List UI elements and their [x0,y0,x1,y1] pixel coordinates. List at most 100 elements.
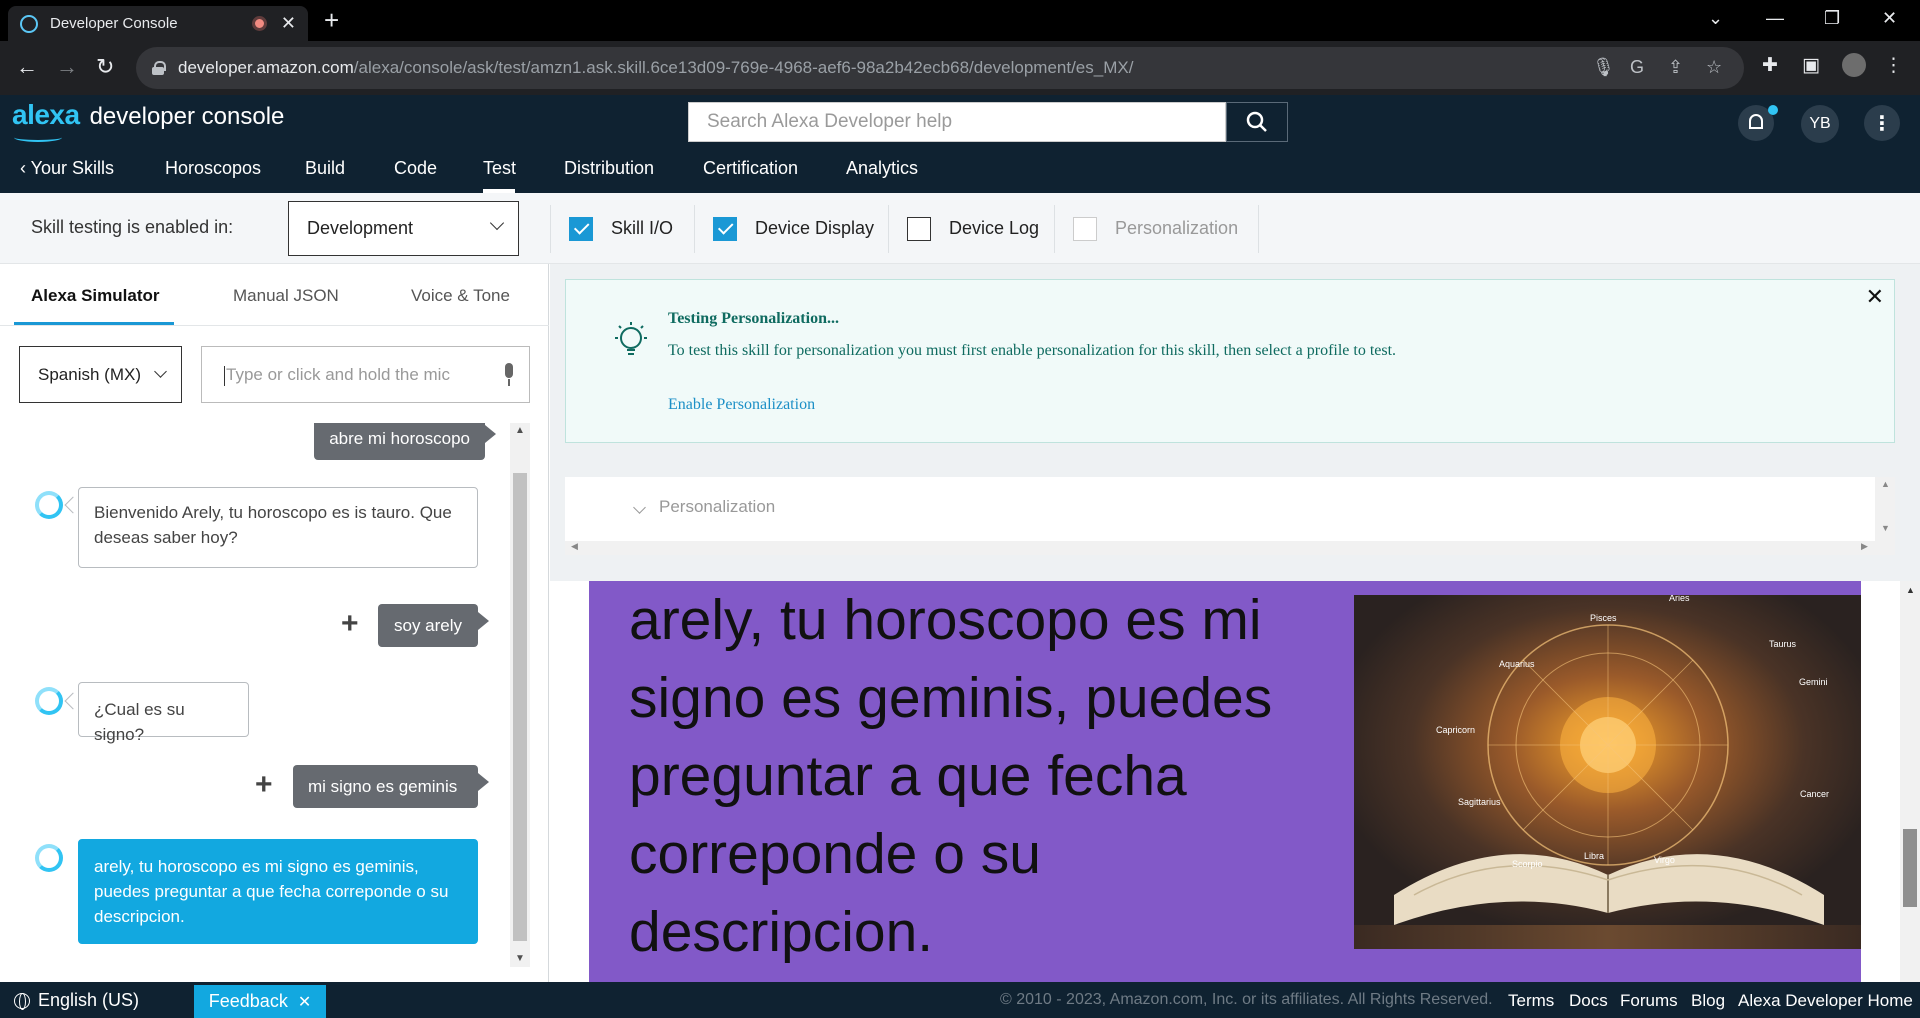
scroll-down-arrow-icon[interactable]: ▼ [1881,523,1890,533]
language-selector[interactable]: English (US) [14,990,139,1011]
personalization-banner: Testing Personalization... To test this … [565,279,1895,443]
utterance-input[interactable] [226,364,486,385]
bookmark-star-icon[interactable]: ☆ [1706,57,1722,78]
side-panel-icon[interactable]: ▣ [1802,54,1820,77]
scrollbar-thumb[interactable] [1903,829,1917,907]
device-screen-text: arely, tu horoscopo es mi signo es gemin… [629,588,1273,964]
dialog-scrollbar[interactable]: ▲ ▼ [510,423,530,967]
tab-voice-tone[interactable]: Voice & Tone [411,286,510,306]
horizontal-scrollbar[interactable]: ◀ ▶ [565,541,1875,555]
add-utterance-icon[interactable]: + [341,609,359,639]
scroll-up-arrow-icon[interactable]: ▲ [1906,585,1915,595]
tab-manual-json[interactable]: Manual JSON [233,286,339,306]
chevron-down-icon [489,215,505,231]
reload-icon[interactable]: ↻ [96,55,114,79]
restore-window-icon[interactable]: ❐ [1824,8,1840,29]
nav-test[interactable]: Test [483,158,516,179]
language-value: Spanish (MX) [38,364,141,384]
nav-code[interactable]: Code [394,158,437,179]
help-search-field[interactable] [688,102,1226,142]
close-window-icon[interactable]: ✕ [1882,8,1897,29]
profile-avatar[interactable] [1842,53,1866,77]
nav-certification[interactable]: Certification [703,158,798,179]
alexa-favicon-icon [20,14,38,33]
divider [694,205,695,253]
forward-arrow-icon[interactable]: → [56,55,78,79]
url-path: /alexa/console/ask/test/amzn1.ask.skill.… [353,58,1134,77]
output-panel: Testing Personalization... To test this … [550,264,1920,982]
user-utterance-bubble[interactable]: abre mi horoscopo [314,423,496,460]
alexa-response-bubble-highlighted[interactable]: arely, tu horoscopo es mi signo es gemin… [78,839,478,944]
help-search-input[interactable] [689,103,1225,141]
user-avatar[interactable]: YB [1801,105,1839,143]
globe-icon [14,992,30,1010]
new-tab-button[interactable]: + [324,7,339,33]
tab-search-chevron-icon[interactable]: ⌄ [1708,8,1723,29]
nav-distribution[interactable]: Distribution [564,158,654,179]
display-scrollbar[interactable]: ▲ [1900,581,1920,982]
address-bar[interactable]: developer.amazon.com/alexa/console/ask/t… [136,47,1744,89]
google-lens-icon[interactable]: G [1630,57,1644,78]
vertical-scrollbar[interactable]: ▲ ▼ [1875,477,1895,555]
scroll-down-arrow-icon[interactable]: ▼ [515,953,525,964]
extensions-puzzle-icon[interactable]: ✚ [1762,54,1778,77]
amazon-smile-icon [14,133,62,142]
nav-horoscopos[interactable]: Horoscopos [165,158,261,179]
footer-link-terms[interactable]: Terms [1508,991,1554,1011]
alexa-response-bubble[interactable]: ¿Cual es su signo? [78,682,249,744]
search-button[interactable] [1226,102,1288,142]
nav-build[interactable]: Build [305,158,345,179]
scroll-right-arrow-icon[interactable]: ▶ [1861,541,1868,552]
console-header: alexa developer console YB ⋮ ‹ Your Skil… [0,95,1920,193]
footer-language: English (US) [38,990,140,1010]
nav-analytics[interactable]: Analytics [846,158,918,179]
device-log-toggle[interactable]: Device Log [907,201,1039,256]
footer-link-docs[interactable]: Docs [1569,991,1608,1011]
close-banner-icon[interactable]: ✕ [1866,284,1884,310]
simulator-tabs: Alexa Simulator Manual JSON Voice & Tone [0,264,549,326]
scroll-up-arrow-icon[interactable]: ▲ [515,425,525,436]
lightbulb-icon [615,322,647,355]
feedback-button[interactable]: Feedback ✕ [194,985,326,1018]
personalization-header[interactable]: Personalization [565,477,1875,541]
close-feedback-icon[interactable]: ✕ [298,992,311,1012]
image-label: Taurus [1769,639,1797,649]
bell-icon [1749,114,1763,129]
minimize-window-icon[interactable]: — [1766,8,1784,29]
chevron-down-icon[interactable] [633,501,646,514]
environment-dropdown[interactable]: Development [288,201,519,256]
skill-io-toggle[interactable]: Skill I/O [569,201,673,256]
share-icon[interactable]: ⇪ [1668,57,1683,78]
search-icon [1246,111,1267,132]
device-display-toggle[interactable]: Device Display [713,201,874,256]
nav-your-skills[interactable]: ‹ Your Skills [20,158,114,179]
alexa-developer-console-logo[interactable]: alexa developer console [12,99,284,131]
add-utterance-icon[interactable]: + [255,770,273,800]
footer-link-forums[interactable]: Forums [1620,991,1678,1011]
lock-icon[interactable] [152,61,166,75]
user-utterance-bubble[interactable]: mi signo es geminis [293,765,489,808]
tab-alexa-simulator[interactable]: Alexa Simulator [31,286,160,306]
scrollbar-thumb[interactable] [513,473,527,941]
microphone-icon[interactable] [503,363,515,387]
microphone-icon[interactable]: 🎙 [1592,57,1615,78]
skill-io-checkbox[interactable] [569,216,593,241]
browser-tab[interactable]: Developer Console ✕ [8,6,308,41]
enable-personalization-link[interactable]: Enable Personalization [668,396,815,414]
utterance-field[interactable] [201,346,530,403]
scroll-up-arrow-icon[interactable]: ▲ [1881,479,1890,489]
footer-link-blog[interactable]: Blog [1691,991,1725,1011]
browser-menu-icon[interactable]: ⋮ [1884,54,1903,77]
alexa-response-bubble[interactable]: Bienvenido Arely, tu horoscopo es is tau… [78,487,478,568]
user-utterance-bubble[interactable]: soy arely [378,604,489,647]
image-label: Aquarius [1499,659,1535,669]
more-options-icon[interactable]: ⋮ [1864,105,1900,141]
device-display-checkbox[interactable] [713,216,737,241]
close-tab-icon[interactable]: ✕ [281,13,296,34]
device-log-checkbox[interactable] [907,216,931,241]
image-label: Virgo [1654,855,1675,865]
back-arrow-icon[interactable]: ← [16,55,38,79]
footer-link-alexa-developer-home[interactable]: Alexa Developer Home [1738,991,1913,1011]
language-dropdown[interactable]: Spanish (MX) [19,346,182,403]
scroll-left-arrow-icon[interactable]: ◀ [571,541,578,552]
